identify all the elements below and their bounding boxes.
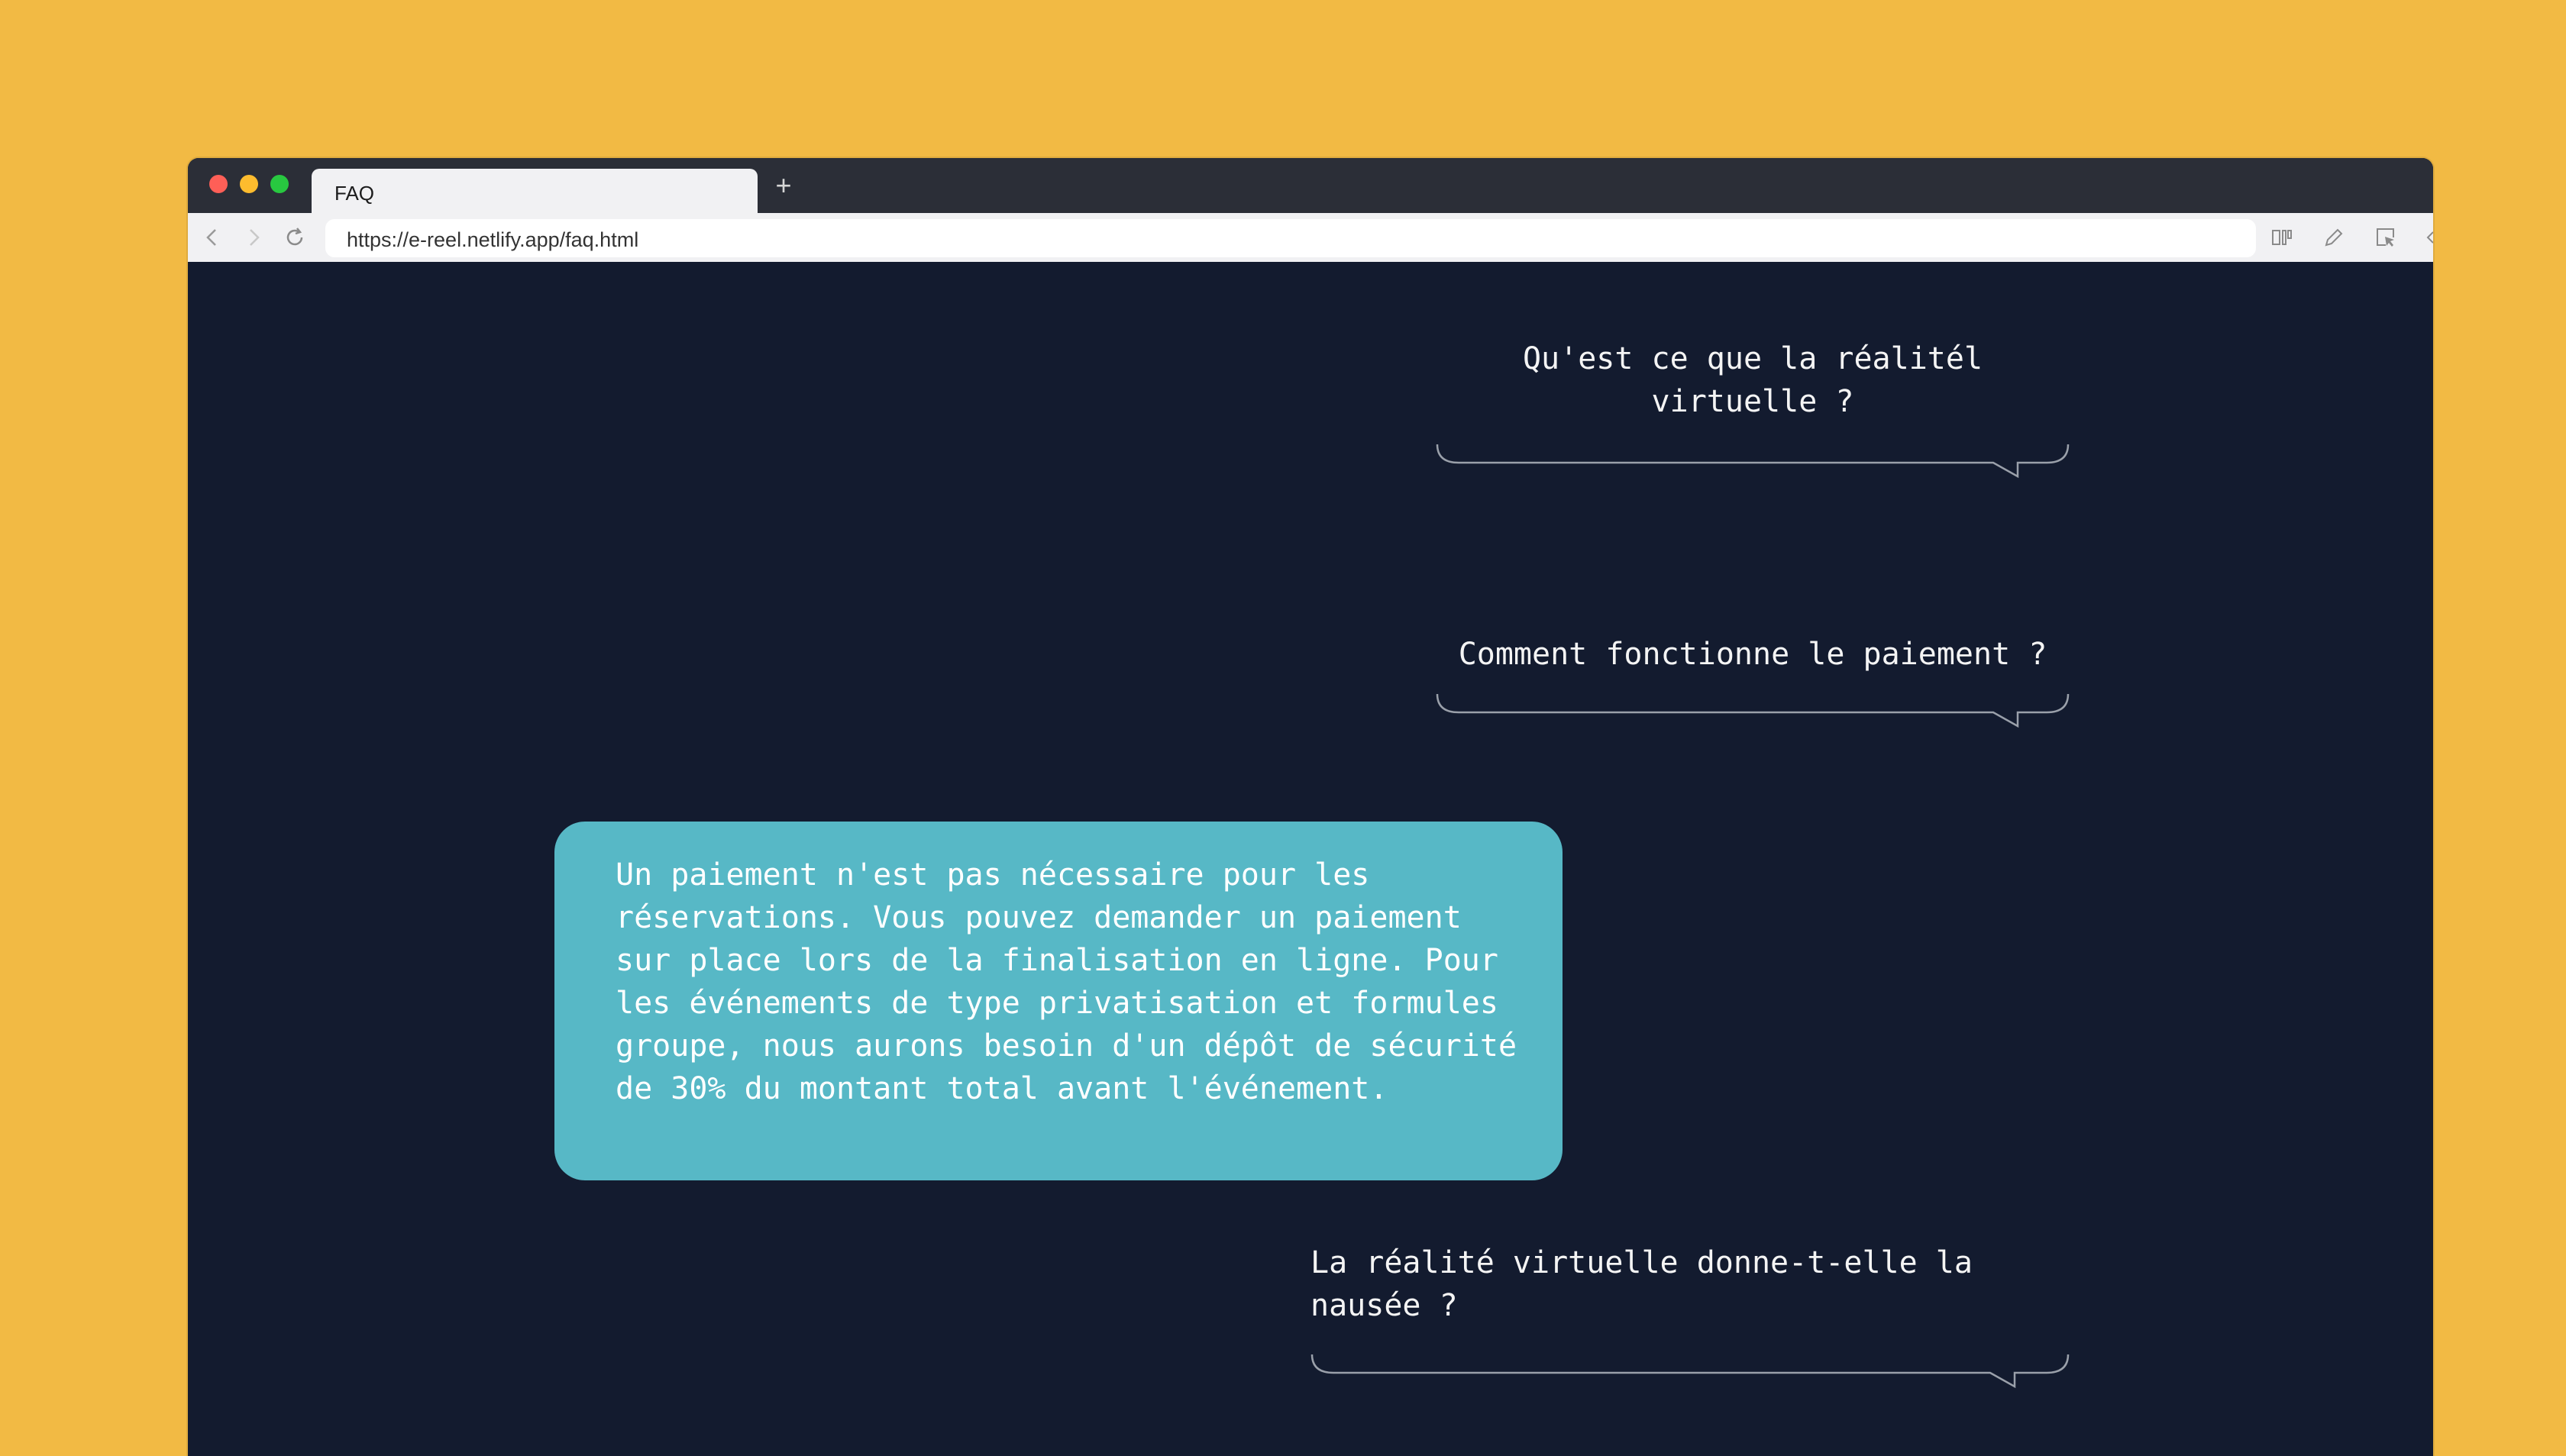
close-window-button[interactable] <box>209 175 228 193</box>
maximize-window-button[interactable] <box>270 175 289 193</box>
faq-question-payment[interactable]: Comment fonctionne le paiement ? <box>1436 633 2070 676</box>
address-bar[interactable]: https://e-reel.netlify.app/faq.html <box>325 219 2256 257</box>
reader-view-icon[interactable] <box>2270 225 2294 250</box>
question-bubble-outline <box>1310 1354 2070 1389</box>
minimize-window-button[interactable] <box>240 175 258 193</box>
code-icon[interactable] <box>2425 225 2433 250</box>
browser-toolbar: https://e-reel.netlify.app/faq.html <box>188 213 2433 262</box>
question-bubble-outline <box>1436 444 2070 479</box>
faq-answer-text: Un paiement n'est pas nécessaire pour le… <box>616 857 1517 1106</box>
forward-icon[interactable] <box>241 225 266 250</box>
reload-icon[interactable] <box>283 225 307 250</box>
question-bubble-outline <box>1436 693 2070 728</box>
inspect-cursor-icon[interactable] <box>2374 225 2398 250</box>
faq-question-vr[interactable]: Qu'est ce que la réalitél virtuelle ? <box>1436 337 2070 423</box>
faq-answer-bubble: Un paiement n'est pas nécessaire pour le… <box>554 822 1563 1180</box>
tab-faq[interactable]: FAQ <box>312 169 758 213</box>
new-tab-button[interactable]: + <box>770 172 797 199</box>
title-bar: FAQ + <box>188 158 2433 213</box>
back-icon[interactable] <box>200 225 225 250</box>
url-text: https://e-reel.netlify.app/faq.html <box>347 228 639 251</box>
pencil-icon[interactable] <box>2322 225 2346 250</box>
tab-title: FAQ <box>334 182 375 205</box>
faq-question-nausea[interactable]: La réalité virtuelle donne-t-elle la nau… <box>1310 1241 2074 1327</box>
